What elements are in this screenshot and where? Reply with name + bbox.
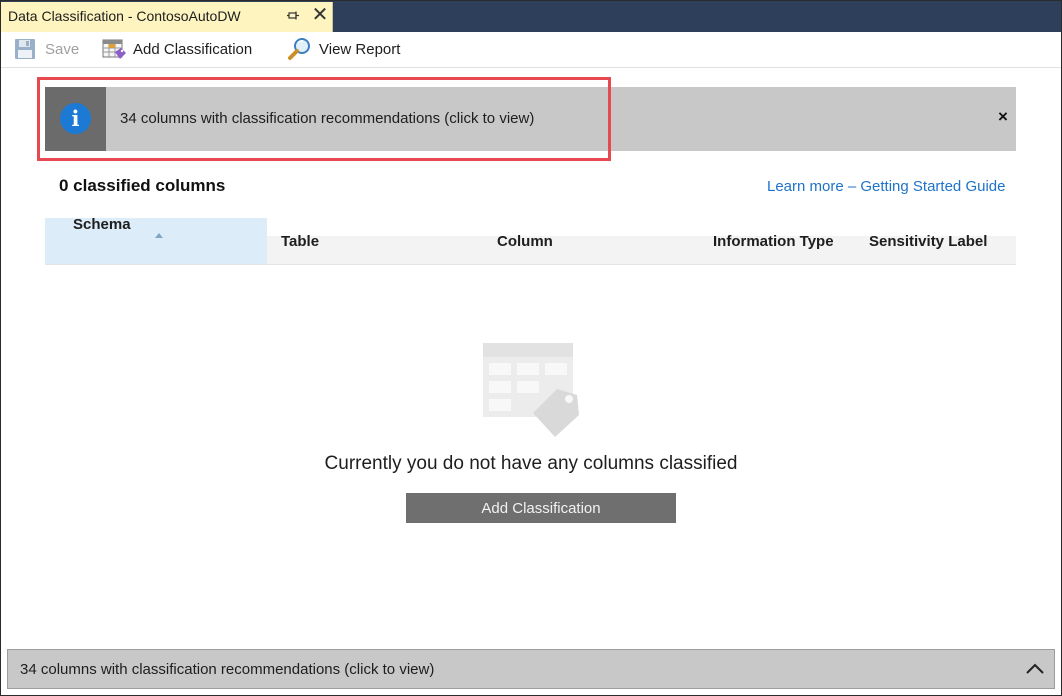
column-header-sensitivity-label[interactable]: Sensitivity Label [869, 234, 987, 263]
column-header-information-type[interactable]: Information Type [713, 234, 834, 263]
table-tag-icon [101, 37, 126, 61]
add-classification-label: Add Classification [133, 40, 253, 58]
view-report-button[interactable]: View Report [287, 36, 400, 62]
tab-title: Data Classification - ContosoAutoDW [8, 8, 241, 24]
chevron-up-icon[interactable] [1022, 658, 1048, 680]
document-tab[interactable]: Data Classification - ContosoAutoDW ✕ [1, 2, 333, 32]
toolbar: Save Add Classification View Report [1, 32, 1061, 68]
pin-icon[interactable] [286, 7, 300, 23]
info-icon: i [60, 103, 91, 134]
recommendations-bar[interactable]: 34 columns with classification recommend… [7, 649, 1055, 689]
schema-label: Schema [73, 216, 131, 233]
sort-ascending-icon [155, 216, 163, 238]
column-header-table[interactable]: Table [281, 234, 319, 263]
info-icon-box: i [45, 87, 106, 151]
view-report-label: View Report [319, 40, 401, 58]
empty-state-message: Currently you do not have any columns cl… [324, 453, 738, 474]
table-tag-placeholder-icon [483, 343, 579, 438]
tab-strip: Data Classification - ContosoAutoDW ✕ [1, 1, 1061, 32]
recommendations-message[interactable]: 34 columns with classification recommend… [120, 110, 534, 127]
classified-count: 0 classified columns [59, 176, 226, 195]
tab-close-icon[interactable]: ✕ [310, 4, 330, 26]
save-button[interactable]: Save [13, 36, 79, 62]
magnifier-icon [287, 37, 311, 61]
column-header-schema[interactable]: Schema [45, 216, 267, 264]
add-classification-button[interactable]: Add Classification [101, 36, 252, 62]
recommendations-infobar[interactable]: i 34 columns with classification recomme… [45, 87, 1016, 151]
column-header-column[interactable]: Column [497, 234, 553, 263]
grid-header: Schema Table Column Information Type Sen… [45, 216, 1016, 265]
save-label: Save [45, 40, 80, 58]
close-icon[interactable]: × [994, 107, 1012, 129]
recommendations-bar-message[interactable]: 34 columns with classification recommend… [20, 661, 434, 678]
document-window: Data Classification - ContosoAutoDW ✕ Sa… [0, 0, 1062, 696]
floppy-disk-icon [13, 37, 37, 61]
learn-more-link[interactable]: Learn more – Getting Started Guide [767, 178, 1005, 195]
add-classification-empty-button[interactable]: Add Classification [406, 493, 676, 523]
